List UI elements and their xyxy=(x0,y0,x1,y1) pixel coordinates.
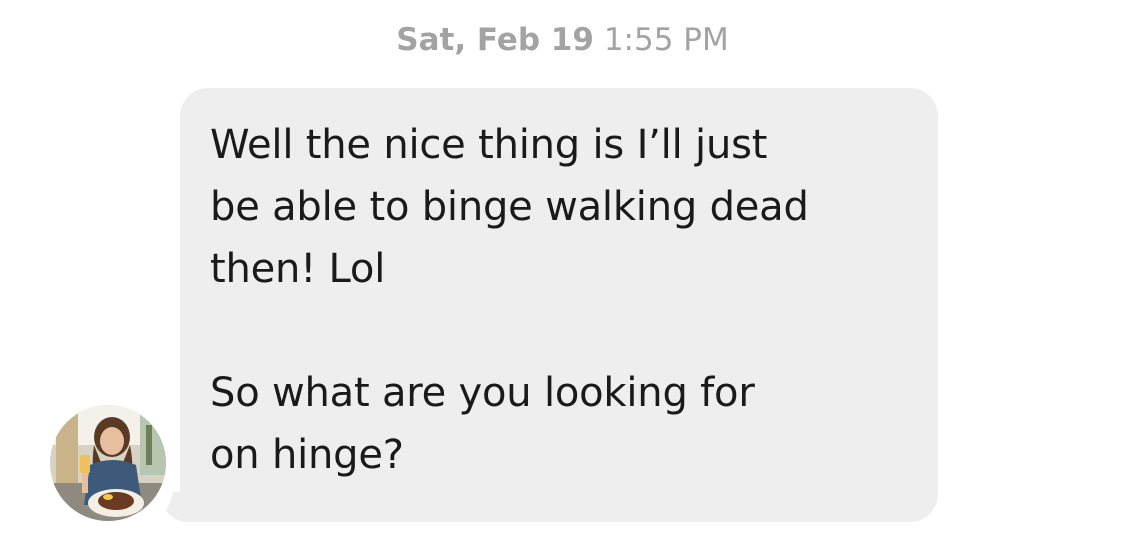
avatar[interactable] xyxy=(50,405,166,521)
message-timestamp: Sat, Feb 19 1:55 PM xyxy=(0,20,1125,60)
message-bubble[interactable]: Well the nice thing is I’ll just be able… xyxy=(180,88,938,522)
message-text: Well the nice thing is I’ll just be able… xyxy=(210,122,809,478)
profile-photo-icon xyxy=(50,405,166,521)
timestamp-date: Sat, Feb 19 xyxy=(396,22,594,58)
timestamp-time: 1:55 PM xyxy=(603,22,729,58)
